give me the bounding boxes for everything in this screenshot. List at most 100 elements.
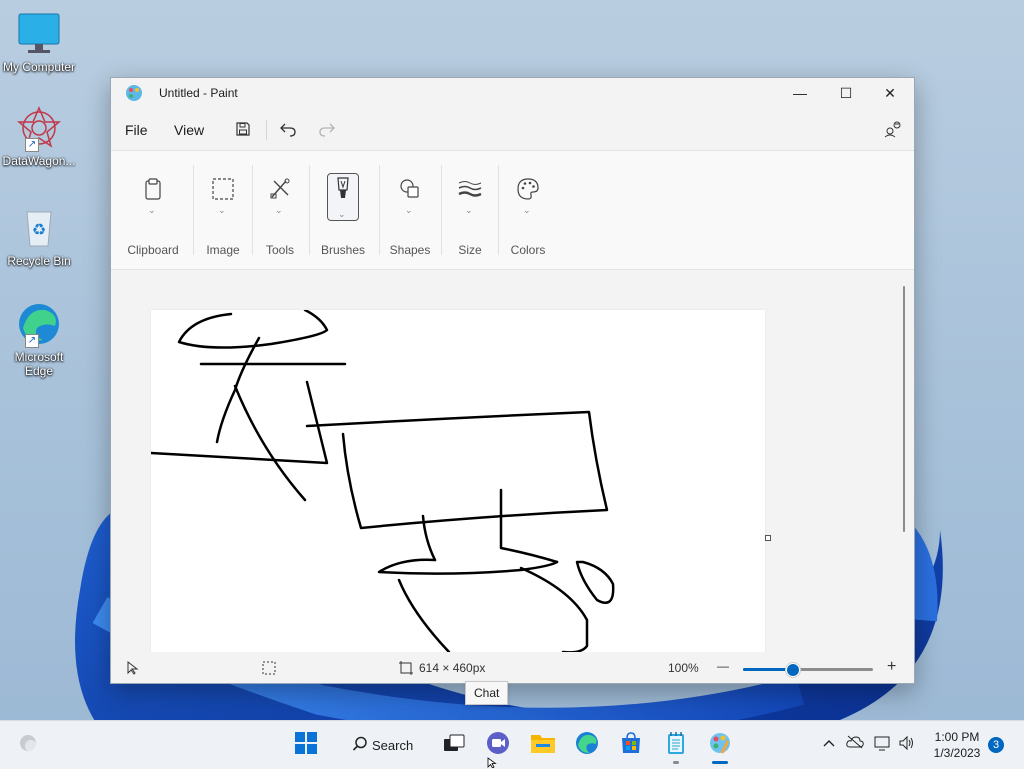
maximize-button[interactable]: ☐ [823, 78, 869, 108]
chevron-down-icon: ⌄ [148, 205, 156, 215]
clock[interactable]: 1:00 PM 1/3/2023 [928, 729, 986, 761]
task-view-icon [443, 733, 465, 758]
cursor-position-icon [127, 660, 139, 678]
group-clipboard[interactable]: ⌄ Clipboard [119, 151, 187, 269]
group-label: Shapes [389, 243, 431, 257]
group-label: Brushes [320, 243, 366, 257]
chat-icon [486, 731, 510, 760]
window-title: Untitled - Paint [159, 86, 238, 100]
group-label: Clipboard [127, 243, 179, 257]
chevron-down-icon: ⌄ [465, 205, 473, 215]
file-explorer-icon [530, 732, 556, 759]
widgets-button[interactable] [12, 729, 44, 761]
clock-date: 1/3/2023 [933, 746, 981, 760]
zoom-slider-thumb[interactable] [786, 663, 801, 677]
active-indicator [712, 761, 728, 764]
zoom-slider[interactable] [743, 663, 873, 677]
notepad-button[interactable] [660, 729, 692, 764]
group-colors[interactable]: ⌄ Colors [499, 151, 557, 269]
save-icon[interactable] [232, 118, 254, 140]
zoom-slider-fill [743, 668, 793, 671]
group-shapes[interactable]: ⌄ Shapes [381, 151, 439, 269]
group-label: Image [206, 243, 240, 257]
monitor-icon [15, 10, 63, 58]
running-indicator [673, 761, 679, 764]
tools-icon [264, 173, 296, 205]
title-bar[interactable]: Untitled - Paint — ☐ ✕ [111, 78, 914, 108]
start-button[interactable] [290, 729, 322, 761]
chevron-down-icon: ⌄ [275, 205, 283, 215]
chevron-up-icon [822, 735, 836, 751]
group-label: Size [458, 243, 482, 257]
canvas-size-icon [399, 661, 413, 678]
minimize-button[interactable]: — [777, 78, 823, 108]
maximize-icon: ☐ [839, 84, 853, 101]
group-label: Tools [265, 243, 294, 257]
clipboard-icon [137, 173, 169, 205]
start-icon [294, 731, 318, 760]
close-icon: ✕ [884, 84, 896, 101]
search-icon [352, 736, 368, 755]
sketch-drawing [149, 308, 615, 652]
menu-bar: File View [111, 112, 914, 148]
settings-icon[interactable] [882, 118, 904, 140]
network-icon[interactable] [873, 735, 891, 754]
group-label: Colors [510, 243, 546, 257]
svg-text:♻: ♻ [32, 222, 46, 239]
drawing-canvas[interactable] [149, 308, 765, 652]
paint-app-icon [125, 84, 143, 102]
canvas-size-label: 614 × 460px [419, 661, 486, 675]
group-brushes[interactable]: ⌄ Brushes [311, 151, 375, 269]
store-icon [620, 731, 642, 759]
menu-file[interactable]: File [125, 122, 148, 138]
file-explorer-button[interactable] [527, 729, 559, 761]
desktop-icon-label: My Computer [2, 60, 76, 74]
zoom-in-button[interactable]: + [887, 658, 896, 676]
recycle-bin-icon: ♻ [15, 204, 63, 252]
zoom-level: 100% [668, 661, 699, 675]
canvas-resize-handle[interactable] [765, 535, 771, 541]
zoom-out-button[interactable]: — [717, 659, 729, 673]
desktop-icon-edge[interactable]: ↗ Microsoft Edge [0, 300, 78, 378]
edge-button[interactable] [571, 729, 603, 761]
taskbar-search[interactable]: Search [344, 729, 420, 761]
weather-icon [17, 732, 39, 759]
edge-icon: ↗ [15, 300, 63, 348]
group-image[interactable]: ⌄ Image [195, 151, 251, 269]
show-hidden-icons-button[interactable] [822, 735, 836, 751]
desktop-icon-datawagon[interactable]: ↗ DataWagon... [0, 104, 78, 168]
task-view-button[interactable] [438, 729, 470, 761]
size-icon [454, 173, 486, 205]
onedrive-icon[interactable] [846, 735, 864, 752]
chevron-down-icon: ⌄ [338, 209, 346, 219]
desktop-icon-my-computer[interactable]: My Computer [0, 10, 78, 74]
desktop-icon-recycle-bin[interactable]: ♻ Recycle Bin [0, 204, 78, 268]
chat-tooltip: Chat [465, 681, 509, 705]
selection-size-icon [262, 661, 276, 678]
search-label: Search [372, 737, 414, 753]
notification-badge[interactable]: 3 [988, 737, 1004, 753]
paint-icon [708, 731, 732, 760]
palette-icon [512, 173, 544, 205]
volume-icon[interactable] [898, 735, 916, 754]
clock-time: 1:00 PM [934, 730, 980, 744]
store-button[interactable] [615, 729, 647, 761]
group-tools[interactable]: ⌄ Tools [253, 151, 307, 269]
desktop-icon-label: Recycle Bin [7, 254, 71, 268]
chevron-down-icon: ⌄ [523, 205, 531, 215]
vertical-scrollbar[interactable] [903, 286, 905, 532]
menu-view[interactable]: View [174, 122, 204, 138]
select-icon [207, 173, 239, 205]
desktop-icon-label: DataWagon... [2, 154, 76, 168]
datawagon-icon: ↗ [15, 104, 63, 152]
close-button[interactable]: ✕ [867, 78, 913, 108]
redo-icon[interactable] [316, 118, 338, 140]
taskbar: Search 1:00 PM 1/3/2023 3 [0, 720, 1024, 769]
paint-button[interactable] [704, 729, 736, 764]
chevron-down-icon: ⌄ [405, 205, 413, 215]
group-size[interactable]: ⌄ Size [443, 151, 497, 269]
status-bar: 614 × 460px 100% — + [111, 654, 914, 683]
chevron-down-icon: ⌄ [218, 205, 226, 215]
undo-icon[interactable] [277, 118, 299, 140]
mouse-cursor-icon [487, 757, 497, 768]
